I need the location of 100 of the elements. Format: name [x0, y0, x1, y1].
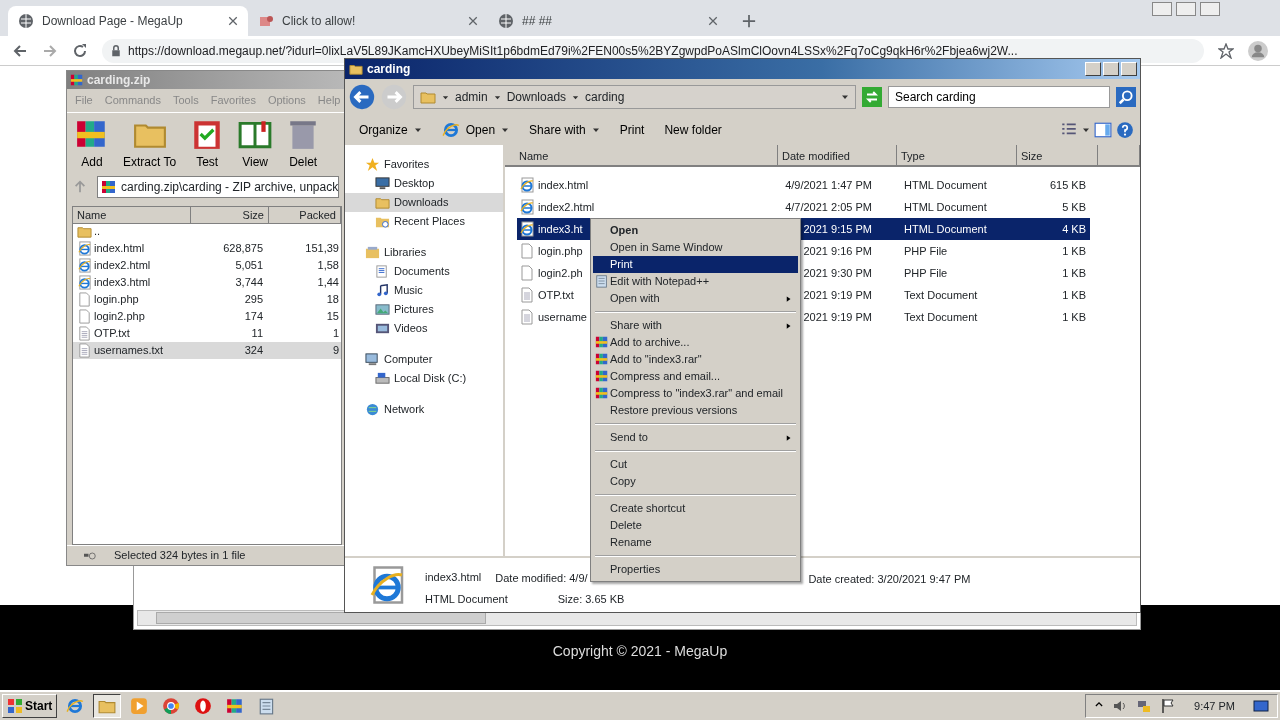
detail-date: Date created: 3/20/2021 9:47 PM	[808, 572, 971, 587]
column-header[interactable]: Packed	[269, 206, 341, 224]
start-button[interactable]: Start	[2, 694, 58, 718]
search-field[interactable]: Search carding	[888, 86, 1110, 108]
browser-tab[interactable]: Download Page - MegaUp	[8, 6, 248, 36]
file-size: 1 KB	[1062, 310, 1086, 323]
sidebar-item[interactable]: Music	[345, 281, 503, 300]
file-name[interactable]: index2.html	[94, 256, 151, 274]
copyright-text: Copyright © 2021 - MegaUp	[552, 642, 728, 659]
column-header[interactable]: Size	[191, 206, 269, 224]
file-size: 3,744	[235, 275, 263, 288]
menu-item[interactable]: Rename	[593, 534, 798, 551]
detail-date: Date modified: 4/9/	[495, 571, 588, 586]
column-header[interactable]: Name	[505, 145, 778, 167]
breadcrumb-item[interactable]: admin	[455, 88, 488, 106]
menu-item[interactable]: Open	[593, 222, 798, 239]
toolbar-button[interactable]: Test	[190, 116, 225, 170]
menu-item[interactable]: Copy	[593, 473, 798, 490]
sidebar-item[interactable]: Network	[345, 400, 503, 419]
column-header[interactable]: Date modified	[778, 145, 897, 167]
file-name[interactable]: index.html	[537, 176, 590, 194]
file-type: HTML Document	[904, 178, 987, 191]
toolbar-button[interactable]: New folder	[656, 119, 730, 141]
menu-item[interactable]: Print	[593, 256, 798, 273]
detail-file-name: index3.html	[425, 570, 482, 585]
file-type: HTML Document	[904, 222, 987, 235]
menu-item[interactable]: Properties	[593, 561, 798, 578]
menu-item[interactable]: Compress and email...	[593, 368, 798, 385]
menu-item[interactable]: Add to "index3.rar"	[593, 351, 798, 368]
file-name[interactable]: OTP.txt	[537, 286, 575, 304]
menu-item[interactable]: Add to archive...	[593, 334, 798, 351]
file-size: 1 KB	[1062, 266, 1086, 279]
file-name[interactable]: login.php	[537, 242, 584, 260]
menu-item[interactable]: Restore previous versions	[593, 402, 798, 419]
menu-item[interactable]: Compress to "index3.rar" and email	[593, 385, 798, 402]
sidebar-item[interactable]: Desktop	[345, 174, 503, 193]
detail-size: Size: 3.65 KB	[557, 591, 625, 607]
clock: 9:47 PM	[1193, 698, 1236, 714]
file-type: HTML Document	[904, 200, 987, 213]
packed-size: 1,58	[317, 258, 339, 271]
file-date: 4/9/2021 1:47 PM	[785, 178, 872, 191]
menu-item[interactable]: Open with	[593, 290, 798, 307]
file-name[interactable]: username	[537, 308, 588, 326]
sidebar-item[interactable]: Videos	[345, 319, 503, 338]
file-name[interactable]: login.php	[94, 290, 139, 308]
toolbar-button[interactable]: View	[238, 116, 273, 170]
sidebar-item[interactable]: Pictures	[345, 300, 503, 319]
sidebar-item[interactable]: Downloads	[345, 193, 503, 212]
packed-size: 18	[326, 292, 339, 305]
file-size: 5 KB	[1062, 200, 1086, 213]
file-name[interactable]: usernames.txt	[94, 341, 164, 359]
browser-tab[interactable]: ## ##	[488, 6, 728, 36]
menu-item[interactable]: Send to	[593, 429, 798, 446]
file-date: 2021 9:19 PM	[803, 310, 872, 323]
sidebar-item[interactable]: Recent Places	[345, 212, 503, 231]
menu-item[interactable]: Open in Same Window	[593, 239, 798, 256]
detail-type: HTML Document	[425, 591, 508, 607]
sidebar-item[interactable]: Computer	[345, 350, 503, 369]
column-header[interactable]: Size	[1017, 145, 1098, 167]
sidebar-item[interactable]: Documents	[345, 262, 503, 281]
toolbar-button[interactable]: Open	[433, 119, 518, 141]
file-size: 1 KB	[1062, 244, 1086, 257]
toolbar-button[interactable]: Print	[611, 119, 653, 141]
toolbar-button[interactable]: Add	[75, 116, 109, 170]
toolbar-button[interactable]: Share with	[521, 119, 608, 141]
packed-size: 1	[332, 326, 339, 339]
toolbar-button[interactable]: Delet	[286, 116, 321, 170]
breadcrumb-item[interactable]: carding	[585, 88, 625, 106]
sidebar-item[interactable]: Favorites	[345, 155, 503, 174]
file-row[interactable]: usernames.txt 324 9	[73, 341, 341, 359]
sidebar-item[interactable]: Local Disk (C:)	[345, 369, 503, 388]
file-name[interactable]: login2.ph	[537, 264, 584, 282]
breadcrumb-bar[interactable]: admin Downloads carding	[413, 85, 856, 109]
browser-tab[interactable]: Click to allow!	[248, 6, 488, 36]
url-text: https://download.megaup.net/?idurl=0lixLaV5L89JKamcHXUbeyMiSIt1p6bdmEd79i%2FEN00s5%2BYZgwpdPoASlmClOovn4LSSx%2Fq7oCg9qkH6r%2Fbjea6wj2W...	[128, 43, 1018, 58]
file-name[interactable]: login2.php	[94, 307, 145, 325]
toolbar-button[interactable]: Extract To	[123, 116, 177, 170]
file-date: 2021 9:15 PM	[803, 222, 872, 235]
file-name[interactable]: index2.html	[537, 198, 596, 216]
file-name[interactable]: OTP.txt	[94, 324, 130, 342]
toolbar-button[interactable]: Organize	[351, 119, 430, 141]
menu-item[interactable]: Edit with Notepad++	[593, 273, 798, 290]
file-name[interactable]: ..	[94, 222, 101, 240]
column-header[interactable]: Type	[897, 145, 1017, 167]
menu-item[interactable]: Cut	[593, 456, 798, 473]
file-size: 174	[244, 309, 263, 322]
column-header[interactable]: Name	[73, 206, 191, 224]
window-title: carding	[367, 61, 411, 78]
sidebar-item[interactable]: Libraries	[345, 243, 503, 262]
breadcrumb-item[interactable]: Downloads	[506, 88, 567, 106]
file-name[interactable]: index3.html	[94, 273, 151, 291]
menu-item[interactable]: Create shortcut	[593, 500, 798, 517]
menu-item[interactable]: Delete	[593, 517, 798, 534]
menu-item[interactable]: Share with	[593, 317, 798, 334]
address-field[interactable]: carding.zip\carding - ZIP archive, unpack	[97, 175, 339, 198]
file-date: 2021 9:16 PM	[803, 244, 872, 257]
file-size: 628,875	[223, 241, 263, 254]
file-name[interactable]: index.html	[94, 239, 145, 257]
file-date: 2021 9:30 PM	[803, 266, 872, 279]
file-type: PHP File	[904, 244, 948, 257]
